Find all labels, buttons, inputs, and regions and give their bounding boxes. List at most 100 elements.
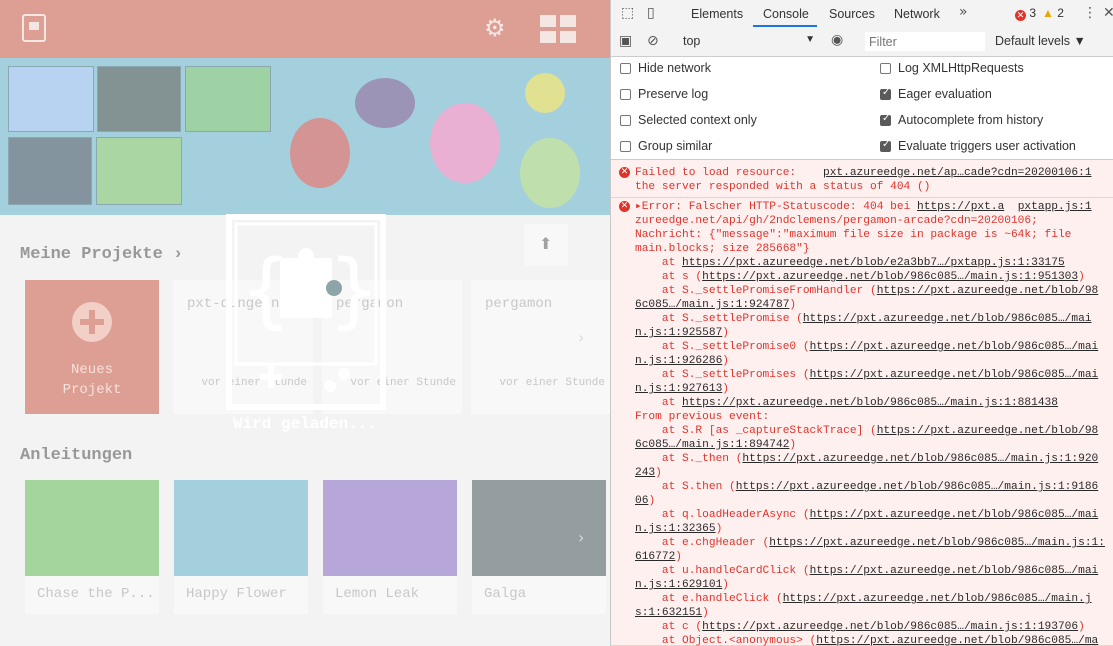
loading-text: Wird geladen... [232,415,378,433]
checkbox[interactable] [620,63,631,74]
error-icon: ✕ [619,201,630,212]
console-text: at [635,257,682,269]
log-levels-dropdown[interactable]: Default levels ▼ [995,34,1086,48]
console-line: ▸Error: Falscher HTTP-Statuscode: 404 be… [635,200,1092,214]
console-text: ) [789,299,797,311]
source-link[interactable]: https://pxt.azureedge.net/blob/986c085…/… [769,537,1105,549]
makecode-arcade-logo: { } [226,214,386,410]
console-text: at u.handleCardClick ( [635,565,810,577]
console-text: at e.chgHeader ( [635,537,770,549]
source-link[interactable]: https://pxt.azureedge.net/blob/986c085…/… [702,621,1078,633]
source-link[interactable]: https://pxt.azureedge.net/blob/e2a3bb7…/… [682,257,1065,269]
console-error-message[interactable]: ✕ ▸Error: Falscher HTTP-Statuscode: 404 … [611,200,1113,646]
kebab-menu-icon[interactable]: ⋮ [1083,5,1097,21]
source-link[interactable]: https://pxt.azureedge.net/blob/986c085…/… [736,481,1099,493]
source-link[interactable]: s:1:632151 [635,607,702,619]
console-line: main.blocks; size 285668"} [635,242,810,256]
context-select[interactable]: top ▼ [679,33,815,51]
source-link[interactable]: pxt.azureedge.net/ap…cade?cdn=20200106:1 [823,167,1092,179]
console-line: at c (https://pxt.azureedge.net/blob/986… [635,620,1085,634]
source-link[interactable]: 6c085…/main.js:1:924787 [635,299,789,311]
source-link[interactable]: https://pxt.azureedge.net/blob/986c085…/… [816,635,1098,646]
checkbox[interactable] [880,87,891,100]
console-line: From previous event: [635,410,769,424]
filter-input[interactable] [865,32,985,51]
checkbox[interactable] [880,63,891,74]
console-text: ▸Error: Falscher HTTP-Statuscode: 404 be… [635,201,917,213]
source-link[interactable]: n.js:1:629101 [635,579,722,591]
checkbox[interactable] [620,115,631,126]
console-text: ) [722,579,729,591]
source-link[interactable]: https://pxt.azureedge.net/blob/986c085…/… [702,271,1078,283]
source-link[interactable]: https://pxt.azureedge.net/blob/98 [877,425,1099,437]
inspect-element-icon[interactable]: ⬚ [621,5,634,21]
error-count: 3 [1029,6,1037,20]
console-text: at S._settlePromise0 ( [635,341,810,353]
console-line: at S._settlePromises (https://pxt.azuree… [635,368,1098,382]
source-link[interactable]: n.js:1:927613 [635,383,722,395]
error-icon: ✕ [619,167,630,178]
console-line: n.js:1:927613) [635,382,729,396]
source-link[interactable]: 6c085…/main.js:1:894742 [635,439,789,451]
tab-network[interactable]: Network [894,7,940,21]
tab-sources[interactable]: Sources [829,7,875,21]
arcade-app: ⚙ Meine Projekte › ⬆ Neues Projekt pxt-d… [0,0,610,646]
source-link[interactable]: n.js:1:925587 [635,327,722,339]
console-text: ) [722,355,729,367]
console-text: From previous event: [635,411,770,423]
warning-count-badge[interactable]: ▲ 2 [1042,6,1064,20]
tab-elements[interactable]: Elements [691,7,743,21]
console-text: at [635,397,682,409]
console-line: n.js:1:32365) [635,522,722,536]
console-line: at u.handleCardClick (https://pxt.azuree… [635,564,1098,578]
source-link[interactable]: https://pxt.azureedge.net/blob/986c085…/… [682,397,1058,409]
source-link[interactable]: https://pxt.azureedge.net/blob/986c085…/… [810,509,1099,521]
sidebar-toggle-icon[interactable]: ▣ [619,33,632,49]
eye-icon[interactable]: ◉ [831,32,843,48]
source-link[interactable]: https://pxt.azureedge.net/blob/986c085…/… [810,565,1099,577]
console-line: at Object.<anonymous> (https://pxt.azure… [635,634,1098,646]
source-link[interactable]: pxtapp.js:1 [1018,201,1092,213]
source-link[interactable]: https://pxt.azureedge.net/blob/986c085…/… [810,369,1099,381]
source-link[interactable]: https://pxt.a [917,201,1004,213]
source-link[interactable]: n.js:1:926286 [635,355,722,367]
console-line: at S.R [as _captureStackTrace] (https://… [635,424,1098,438]
source-link[interactable]: https://pxt.azureedge.net/blob/986c085…/… [803,313,1092,325]
console-text: at q.loadHeaderAsync ( [635,509,810,521]
error-count-badge[interactable]: ✕ 3 [1015,6,1036,21]
console-line: at e.handleClick (https://pxt.azureedge.… [635,592,1092,606]
console-text: at S._settlePromiseFromHandler ( [635,285,877,297]
console-text: ) [789,439,797,451]
tab-console[interactable]: Console [753,0,817,27]
console-settings: Hide network Preserve log Selected conte… [611,57,1113,160]
console-line: 616772) [635,550,682,564]
checkbox[interactable] [620,89,631,100]
console-text: ) [1078,271,1085,283]
console-line: at e.chgHeader (https://pxt.azureedge.ne… [635,536,1105,550]
device-toolbar-icon[interactable]: ▯ [647,5,655,21]
console-line: at https://pxt.azureedge.net/blob/986c08… [635,396,1058,410]
source-link[interactable]: 616772 [635,551,675,563]
console-error-message[interactable]: ✕ Failed to load resource: pxt.azureedge… [611,166,1113,198]
devtools-panel: ⬚ ▯ Elements Console Sources Network » ✕… [610,0,1113,646]
dropdown-arrow-icon: ▼ [805,34,815,45]
console-text: at S._settlePromises ( [635,369,810,381]
warning-count: 2 [1057,6,1064,20]
checkbox[interactable] [880,113,891,126]
console-line: the server responded with a status of 40… [635,180,930,194]
source-link[interactable]: https://pxt.azureedge.net/blob/98 [877,285,1099,297]
more-tabs-icon[interactable]: » [959,4,968,20]
checkbox[interactable] [620,141,631,152]
clear-console-icon[interactable]: ⊘ [647,33,659,49]
checkbox[interactable] [880,139,891,152]
close-icon[interactable]: ✕ [1103,5,1113,21]
source-link[interactable]: n.js:1:32365 [635,523,716,535]
console-text: at s ( [635,271,703,283]
console-text: Nachricht: {"message":"maximum file size… [635,229,1072,241]
source-link[interactable]: 243 [635,467,655,479]
source-link[interactable]: 06 [635,495,648,507]
source-link[interactable]: https://pxt.azureedge.net/blob/986c085…/… [783,593,1092,605]
source-link[interactable]: https://pxt.azureedge.net/blob/986c085…/… [742,453,1098,465]
console-line: at https://pxt.azureedge.net/blob/e2a3bb… [635,256,1065,270]
source-link[interactable]: https://pxt.azureedge.net/blob/986c085…/… [810,341,1099,353]
